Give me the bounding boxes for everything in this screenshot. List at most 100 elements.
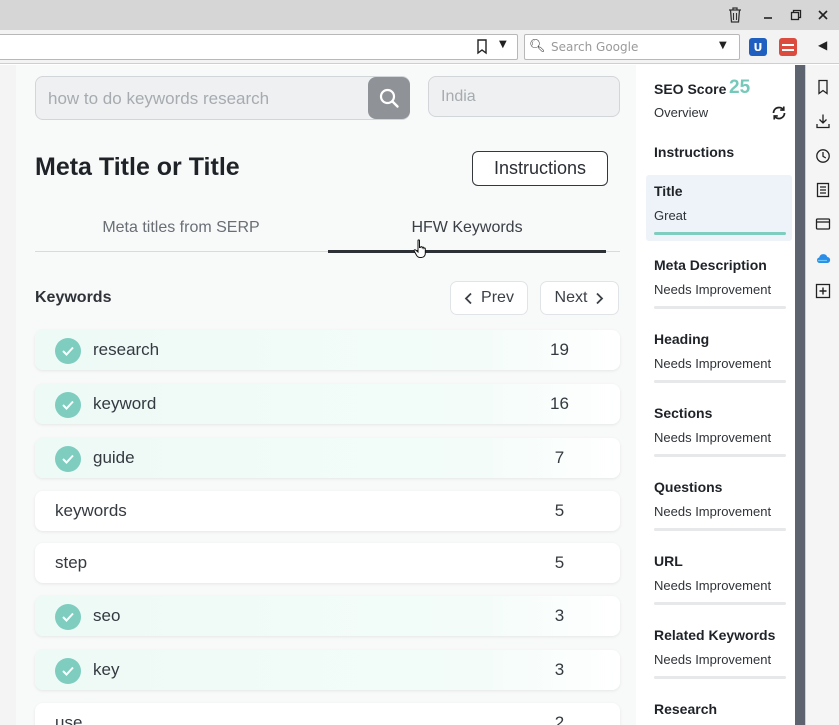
- panel-item-status: Needs Improvement: [654, 282, 772, 297]
- search-icon: [379, 88, 399, 108]
- search-engine-icon[interactable]: 🔍︎: [529, 39, 546, 54]
- keyword-row: seo 3: [35, 596, 620, 636]
- keyword-term: guide: [93, 448, 135, 467]
- keyword-count: 16: [550, 394, 569, 413]
- seo-panel: SEO Score 25 Overview Instructions Title…: [638, 65, 795, 725]
- todoist-extension-icon[interactable]: [779, 38, 797, 56]
- window-titlebar: [0, 0, 839, 30]
- panel-item-name: Questions: [654, 479, 723, 495]
- chevron-left-icon: [464, 292, 472, 304]
- web-search-bar[interactable]: 🔍︎ Search Google ▼: [524, 34, 740, 60]
- check-icon: [55, 658, 81, 684]
- search-button[interactable]: [368, 77, 410, 119]
- panel-item-url[interactable]: URL Needs Improvement: [646, 545, 792, 611]
- keyword-row: guide 7: [35, 438, 620, 478]
- panel-item-sections[interactable]: Sections Needs Improvement: [646, 397, 792, 463]
- close-icon[interactable]: [813, 5, 833, 25]
- panel-item-progress: [654, 454, 786, 457]
- hand-cursor-icon: [413, 239, 426, 258]
- wallet-icon[interactable]: [815, 216, 831, 232]
- keyword-term: use: [55, 713, 83, 725]
- panel-item-title[interactable]: Title Great: [646, 175, 792, 241]
- tab-hfw-keywords[interactable]: HFW Keywords: [328, 219, 606, 237]
- download-icon[interactable]: [815, 113, 831, 129]
- prev-label: Prev: [481, 289, 514, 306]
- keyword-count: 3: [554, 606, 565, 625]
- panel-instructions[interactable]: Instructions: [654, 144, 734, 160]
- panel-item-progress: [654, 676, 786, 679]
- next-label: Next: [554, 289, 588, 306]
- panel-item-name: URL: [654, 553, 683, 569]
- country-input[interactable]: India: [428, 76, 620, 117]
- panel-item-progress: [654, 232, 786, 235]
- minimize-icon[interactable]: [758, 5, 778, 25]
- panel-item-name: Meta Description: [654, 257, 767, 273]
- overview-link[interactable]: Overview: [654, 105, 708, 120]
- panel-item-related-keywords[interactable]: Related Keywords Needs Improvement: [646, 619, 792, 685]
- keyword-term: step: [55, 553, 88, 572]
- url-dropdown-icon[interactable]: ▼: [499, 39, 507, 50]
- check-icon: [55, 604, 81, 630]
- keyword-term: keyword: [93, 394, 157, 413]
- keyword-count: 7: [554, 448, 565, 467]
- panel-item-progress: [654, 306, 786, 309]
- instructions-button[interactable]: Instructions: [472, 151, 608, 186]
- page-content: how to do keywords research India Meta T…: [0, 65, 795, 725]
- cloud-icon[interactable]: [815, 250, 831, 266]
- panel-item-status: Needs Improvement: [654, 652, 772, 667]
- check-icon: [55, 446, 81, 472]
- panel-item-progress: [654, 602, 786, 605]
- tab-meta-titles-serp[interactable]: Meta titles from SERP: [35, 219, 327, 237]
- panel-item-name: Title: [654, 183, 683, 199]
- keyword-row: use 2: [35, 703, 620, 725]
- bookmark-icon[interactable]: [475, 39, 489, 55]
- panel-item-questions[interactable]: Questions Needs Improvement: [646, 471, 792, 537]
- keyword-count: 19: [550, 340, 569, 359]
- keyword-term: research: [93, 340, 160, 359]
- keyword-count: 2: [554, 713, 565, 725]
- keyword-count: 5: [554, 553, 565, 572]
- refresh-icon[interactable]: [771, 105, 787, 121]
- panel-item-progress: [654, 528, 786, 531]
- keyword-row: keyword 16: [35, 384, 620, 424]
- section-title: Meta Title or Title: [35, 153, 240, 181]
- panel-item-status: Needs Improvement: [654, 504, 772, 519]
- keyword-row: key 3: [35, 650, 620, 690]
- next-button[interactable]: Next: [540, 281, 619, 315]
- url-bar[interactable]: ▼: [0, 34, 518, 60]
- panel-item-name: Related Keywords: [654, 627, 776, 643]
- browser-toolbar: ▼ 🔍︎ Search Google ▼ U ◀: [0, 30, 839, 64]
- bookmarks-icon[interactable]: [815, 79, 831, 95]
- sidebar-collapse-icon[interactable]: ◀: [818, 38, 827, 52]
- reading-list-icon[interactable]: [815, 182, 831, 198]
- browser-sidebar: [805, 65, 839, 725]
- panel-item-research[interactable]: Research: [646, 693, 792, 725]
- check-icon: [55, 338, 81, 364]
- panel-item-meta-description[interactable]: Meta Description Needs Improvement: [646, 249, 792, 315]
- panel-item-name: Heading: [654, 331, 710, 347]
- seo-score-value: 25: [729, 77, 751, 98]
- sidebar-splitter[interactable]: [795, 65, 805, 725]
- search-dropdown-icon[interactable]: ▼: [719, 40, 727, 51]
- keywords-heading: Keywords: [35, 289, 112, 306]
- restore-icon[interactable]: [786, 5, 806, 25]
- editor-main: how to do keywords research India Meta T…: [16, 65, 636, 725]
- keyword-term: seo: [93, 606, 121, 625]
- panel-item-progress: [654, 380, 786, 383]
- prev-button[interactable]: Prev: [450, 281, 528, 315]
- web-search-placeholder: Search Google: [551, 40, 639, 54]
- add-panel-icon[interactable]: [815, 283, 831, 299]
- keyword-count: 5: [554, 501, 565, 520]
- panel-item-status: Needs Improvement: [654, 578, 772, 593]
- keyword-row: keywords 5: [35, 491, 620, 531]
- page-gutter: [0, 65, 16, 725]
- keyword-row: step 5: [35, 543, 620, 583]
- panel-item-heading[interactable]: Heading Needs Improvement: [646, 323, 792, 389]
- seo-score-label: SEO Score: [654, 81, 727, 97]
- history-icon[interactable]: [815, 148, 831, 164]
- keyword-search-input[interactable]: how to do keywords research: [35, 76, 410, 120]
- check-icon: [55, 392, 81, 418]
- trash-icon[interactable]: [725, 5, 745, 25]
- panel-item-status: Great: [654, 208, 687, 223]
- bitwarden-extension-icon[interactable]: U: [749, 38, 767, 56]
